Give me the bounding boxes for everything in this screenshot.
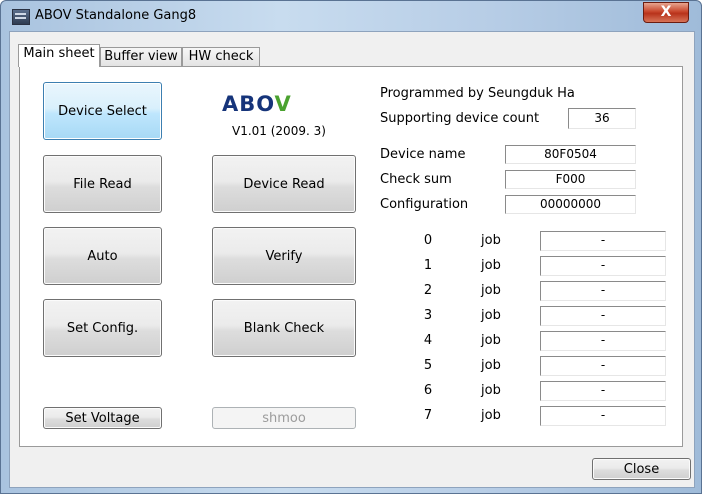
tab-buffer-view[interactable]: Buffer view <box>100 47 182 66</box>
file-read-button[interactable]: File Read <box>43 155 162 213</box>
job-label: job <box>481 358 501 373</box>
job-status-field: - <box>540 331 666 351</box>
programmed-by-label: Programmed by Seungduk Ha <box>380 86 575 101</box>
job-label: job <box>481 333 501 348</box>
device-name-label: Device name <box>380 147 466 162</box>
device-name-field: 80F0504 <box>505 145 636 164</box>
job-number: 5 <box>423 358 433 373</box>
configuration-field: 00000000 <box>505 195 636 214</box>
logo-text: ABO <box>222 92 275 116</box>
job-status-field: - <box>540 406 666 426</box>
job-number: 1 <box>423 258 433 273</box>
job-label: job <box>481 383 501 398</box>
checksum-field: F000 <box>505 170 636 189</box>
tab-hw-check[interactable]: HW check <box>182 47 260 66</box>
abov-logo: ABOV <box>222 92 292 116</box>
job-number: 0 <box>423 233 433 248</box>
job-status-field: - <box>540 306 666 326</box>
job-label: job <box>481 258 501 273</box>
logo-accent-v: V <box>274 92 292 116</box>
app-icon <box>12 9 30 25</box>
job-label: job <box>481 408 501 423</box>
job-number: 4 <box>423 333 433 348</box>
job-number: 2 <box>423 283 433 298</box>
blank-check-button[interactable]: Blank Check <box>212 299 356 357</box>
configuration-label: Configuration <box>380 197 469 212</box>
verify-button[interactable]: Verify <box>212 227 356 285</box>
window-close-button[interactable]: X <box>643 2 689 23</box>
device-select-button[interactable]: Device Select <box>43 82 162 140</box>
window-title: ABOV Standalone Gang8 <box>35 8 197 23</box>
auto-button[interactable]: Auto <box>43 227 162 285</box>
job-number: 3 <box>423 308 433 323</box>
job-status-field: - <box>540 356 666 376</box>
job-status-field: - <box>540 231 666 251</box>
tab-main-sheet[interactable]: Main sheet <box>18 44 100 67</box>
version-label: V1.01 (2009. 3) <box>232 124 326 138</box>
job-number: 7 <box>423 408 433 423</box>
job-label: job <box>481 283 501 298</box>
job-status-field: - <box>540 256 666 276</box>
set-config-button[interactable]: Set Config. <box>43 299 162 357</box>
set-voltage-button[interactable]: Set Voltage <box>43 407 162 429</box>
shmoo-button: shmoo <box>212 407 356 429</box>
device-read-button[interactable]: Device Read <box>212 155 356 213</box>
supporting-count-label: Supporting device count <box>380 111 540 126</box>
title-bar[interactable]: ABOV Standalone Gang8 X <box>1 1 701 31</box>
job-status-field: - <box>540 381 666 401</box>
job-label: job <box>481 233 501 248</box>
checksum-label: Check sum <box>380 172 452 187</box>
job-number: 6 <box>423 383 433 398</box>
job-label: job <box>481 308 501 323</box>
close-button[interactable]: Close <box>592 458 691 480</box>
job-status-field: - <box>540 281 666 301</box>
supporting-count-field: 36 <box>568 108 636 129</box>
